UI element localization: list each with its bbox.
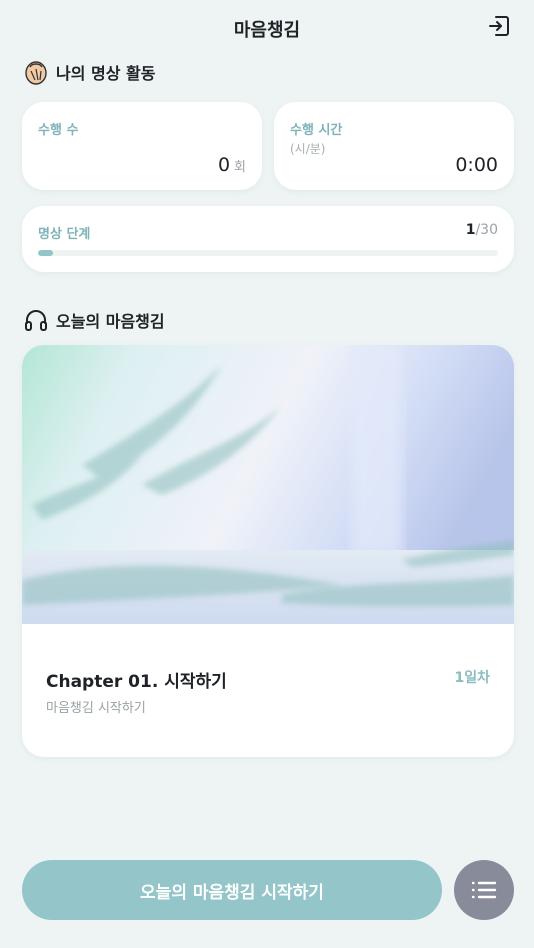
todays-session-card[interactable]: Chapter 01. 시작하기 1일차 마음챙김 시작하기 — [22, 345, 514, 757]
stage-current: 1 — [465, 222, 476, 238]
activity-section-title: 나의 명상 활동 — [22, 58, 155, 86]
practice-count-unit: 회 — [234, 160, 246, 175]
session-cover-image — [22, 345, 514, 624]
chapter-subtitle: 마음챙김 시작하기 — [46, 701, 146, 716]
practice-count-value-wrap: 0 회 — [218, 154, 246, 176]
list-menu-icon — [471, 881, 497, 899]
header: 마음챙김 — [0, 0, 534, 56]
practice-count-label: 수행 수 — [38, 123, 79, 138]
hands-icon — [22, 58, 50, 86]
practice-count-card: 수행 수 0 회 — [22, 102, 262, 190]
practice-time-unit: (시/분) — [290, 142, 326, 156]
start-today-button[interactable]: 오늘의 마음챙김 시작하기 — [22, 860, 442, 920]
practice-time-value: 0:00 — [455, 154, 498, 176]
chapter-day-badge: 1일차 — [454, 670, 490, 686]
chapter-title: Chapter 01. 시작하기 — [46, 672, 227, 692]
practice-count-value: 0 — [217, 154, 231, 176]
stage-progress-track — [38, 250, 498, 256]
meditation-stage-label: 명상 단계 — [38, 227, 91, 242]
stage-progress-fill — [38, 250, 54, 256]
activity-section-label: 나의 명상 활동 — [56, 64, 156, 83]
logout-icon — [489, 16, 509, 36]
practice-time-card: 수행 시간 (시/분) 0:00 — [274, 102, 514, 190]
meditation-stage-count: 1/30 — [466, 222, 498, 238]
menu-button[interactable] — [454, 860, 514, 920]
headphones-icon — [22, 306, 50, 334]
today-section-label: 오늘의 마음챙김 — [56, 312, 165, 331]
stage-total: /30 — [475, 222, 498, 238]
practice-time-label: 수행 시간 — [290, 123, 343, 138]
practice-time-value-wrap: 0:00 — [455, 154, 498, 176]
today-section-title: 오늘의 마음챙김 — [22, 306, 165, 334]
app-screen: 마음챙김 나의 명상 활동 수행 수 0 회 수행 시간 (시/분) 0:00 … — [0, 0, 534, 948]
logout-button[interactable] — [486, 13, 512, 39]
meditation-stage-card: 명상 단계 1/30 — [22, 206, 514, 272]
page-title: 마음챙김 — [233, 20, 301, 41]
